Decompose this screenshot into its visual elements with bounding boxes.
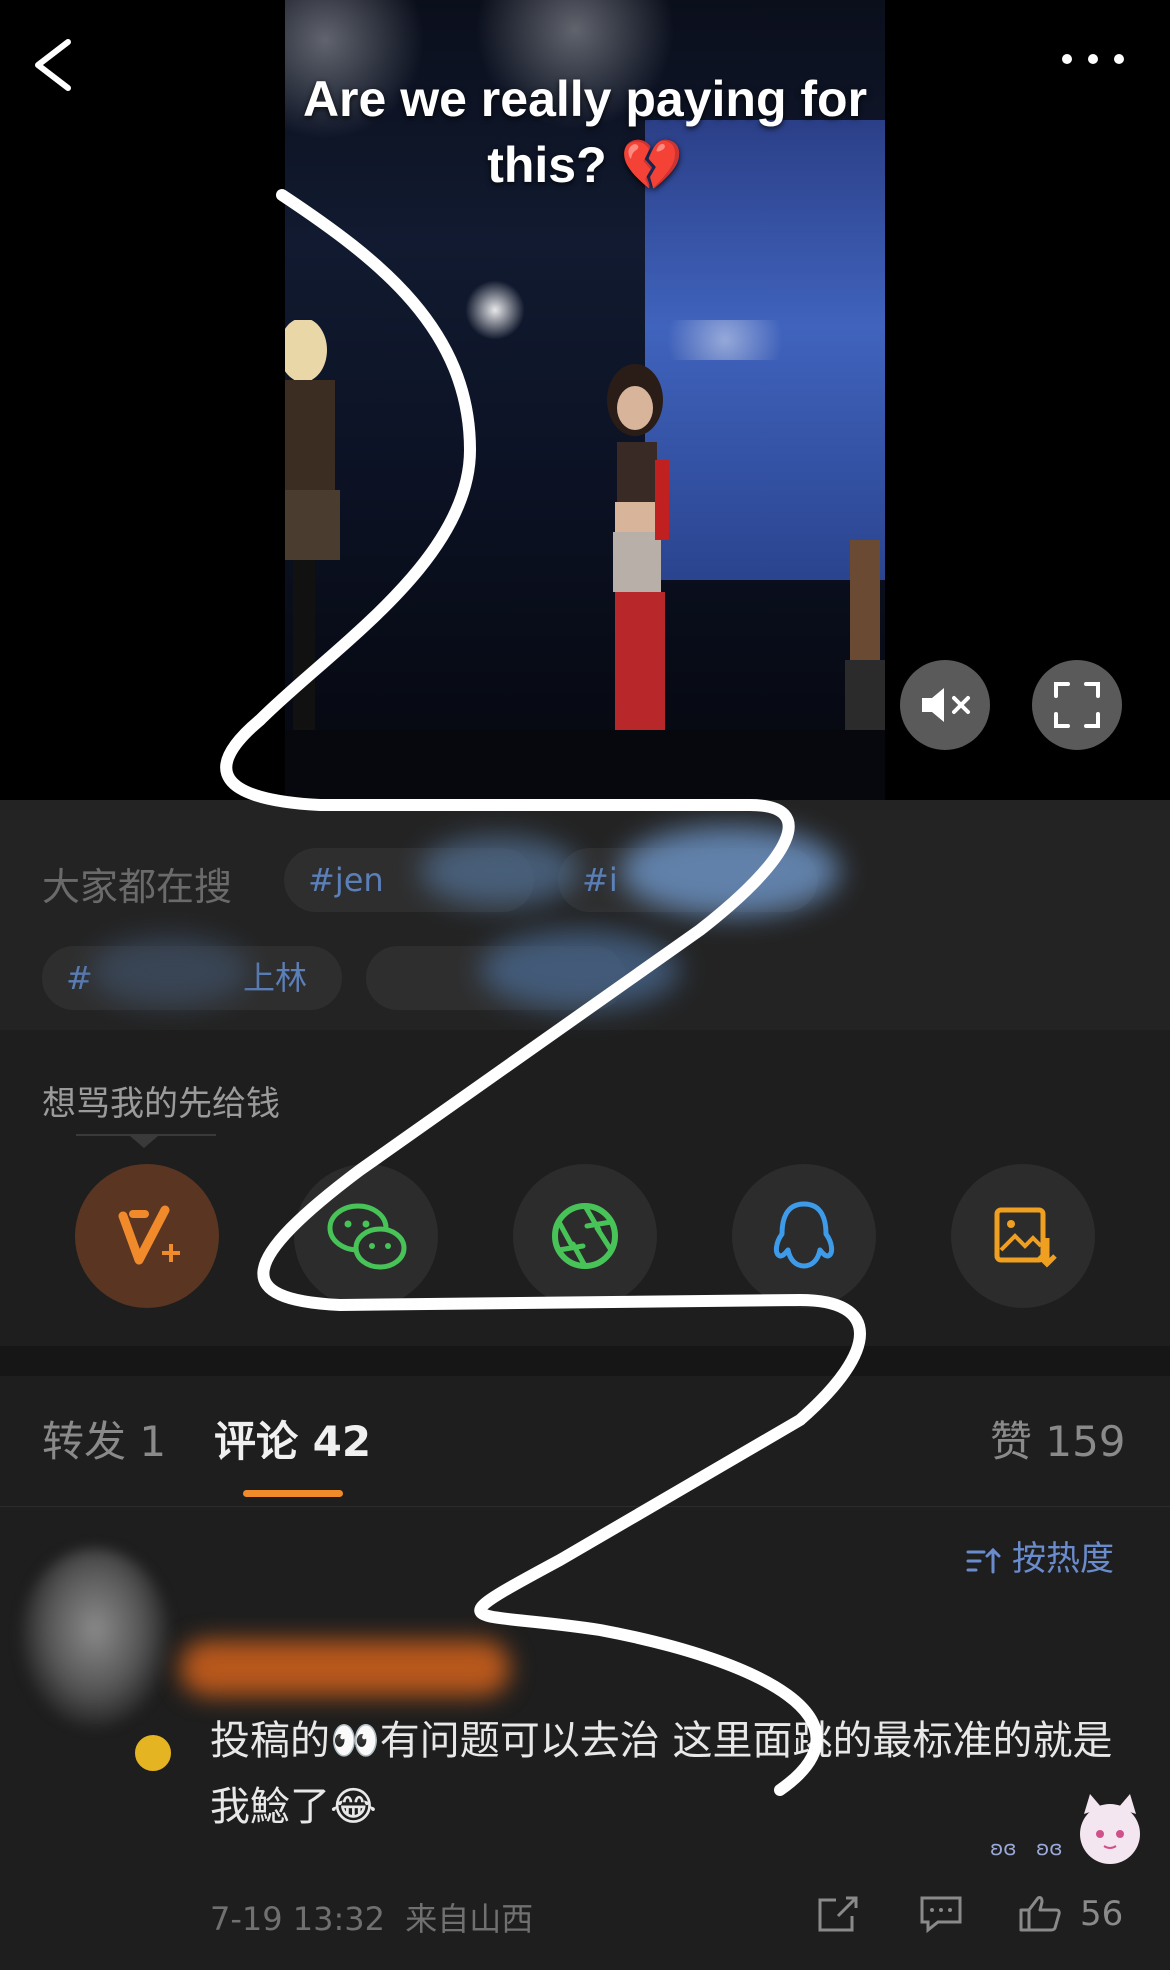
blurred-region xyxy=(620,826,840,916)
cat-sticker-icon xyxy=(1080,1794,1140,1864)
share-wechat-button[interactable] xyxy=(294,1164,438,1308)
verified-badge xyxy=(132,1732,174,1774)
mini-sticker: ʚɞ xyxy=(990,1836,1017,1860)
wechat-icon xyxy=(327,1203,407,1270)
video-caption-line-1: Are we really paying for xyxy=(302,71,868,127)
share-weibo-vplus-button[interactable] xyxy=(75,1164,219,1308)
blurred-region xyxy=(420,836,580,906)
fullscreen-icon xyxy=(1054,682,1100,728)
comment-location: 来自山西 xyxy=(405,1900,534,1938)
tab-comments[interactable]: 评论 42 xyxy=(214,1416,371,1468)
qq-penguin-icon xyxy=(773,1201,835,1269)
active-tab-indicator xyxy=(243,1490,343,1497)
hot-search-tag-suffix: 上林 xyxy=(242,959,307,997)
video-overlay-caption: Are we really paying for this? 💔 xyxy=(285,66,885,198)
back-button[interactable] xyxy=(28,30,88,100)
vplus-icon xyxy=(118,1205,180,1265)
tab-likes[interactable]: 赞 159 xyxy=(990,1416,1126,1468)
comment-icon[interactable] xyxy=(918,1894,964,1934)
save-image-icon xyxy=(994,1207,1057,1268)
stage-floor xyxy=(285,730,885,800)
comment-meta: 7-19 13:32 来自山西 xyxy=(210,1894,533,1940)
tab-reposts[interactable]: 转发 1 xyxy=(42,1416,166,1468)
username-blurred[interactable] xyxy=(180,1640,510,1696)
video-caption-line-2: this? 💔 xyxy=(487,137,683,193)
sort-icon xyxy=(966,1547,1001,1573)
fullscreen-button[interactable] xyxy=(1032,660,1122,750)
comment-timestamp: 7-19 13:32 xyxy=(210,1900,386,1938)
comment-like-count: 56 xyxy=(1080,1894,1124,1934)
sort-by-hot-button[interactable]: 按热度 xyxy=(966,1536,1114,1582)
stage-light xyxy=(465,280,525,340)
comment-text: 投稿的👀有问题可以去治 这里面跳的最标准的就是我鯰了😂 xyxy=(210,1718,1113,1830)
avatar[interactable] xyxy=(20,1548,170,1728)
sort-label: 按热度 xyxy=(1012,1539,1114,1579)
mini-sticker: ʚɞ xyxy=(1036,1836,1063,1860)
save-image-button[interactable] xyxy=(951,1164,1095,1308)
share-qq-button[interactable] xyxy=(732,1164,876,1308)
caption-pointer xyxy=(130,1136,158,1148)
post-caption: 想骂我的先给钱 xyxy=(42,1084,280,1124)
more-dots-icon xyxy=(1062,54,1124,64)
chevron-left-icon xyxy=(35,39,71,91)
like-icon[interactable] xyxy=(1018,1894,1064,1934)
hot-search-label: 大家都在搜 xyxy=(42,865,233,909)
more-options-button[interactable] xyxy=(1055,44,1135,74)
speaker-muted-icon xyxy=(922,688,970,722)
blurred-region xyxy=(480,930,680,1010)
section-separator xyxy=(0,1346,1170,1376)
stage-light xyxy=(645,320,805,360)
share-icon[interactable] xyxy=(816,1894,860,1934)
performer-left xyxy=(285,320,340,760)
blurred-region xyxy=(90,936,250,1006)
performer-center xyxy=(607,364,669,742)
share-moments-button[interactable] xyxy=(513,1164,657,1308)
moments-aperture-icon xyxy=(552,1203,618,1269)
mute-button[interactable] xyxy=(900,660,990,750)
hot-search-tag-prefix: # xyxy=(66,959,93,997)
video-player[interactable]: Are we really paying for this? 💔 xyxy=(0,0,1170,800)
